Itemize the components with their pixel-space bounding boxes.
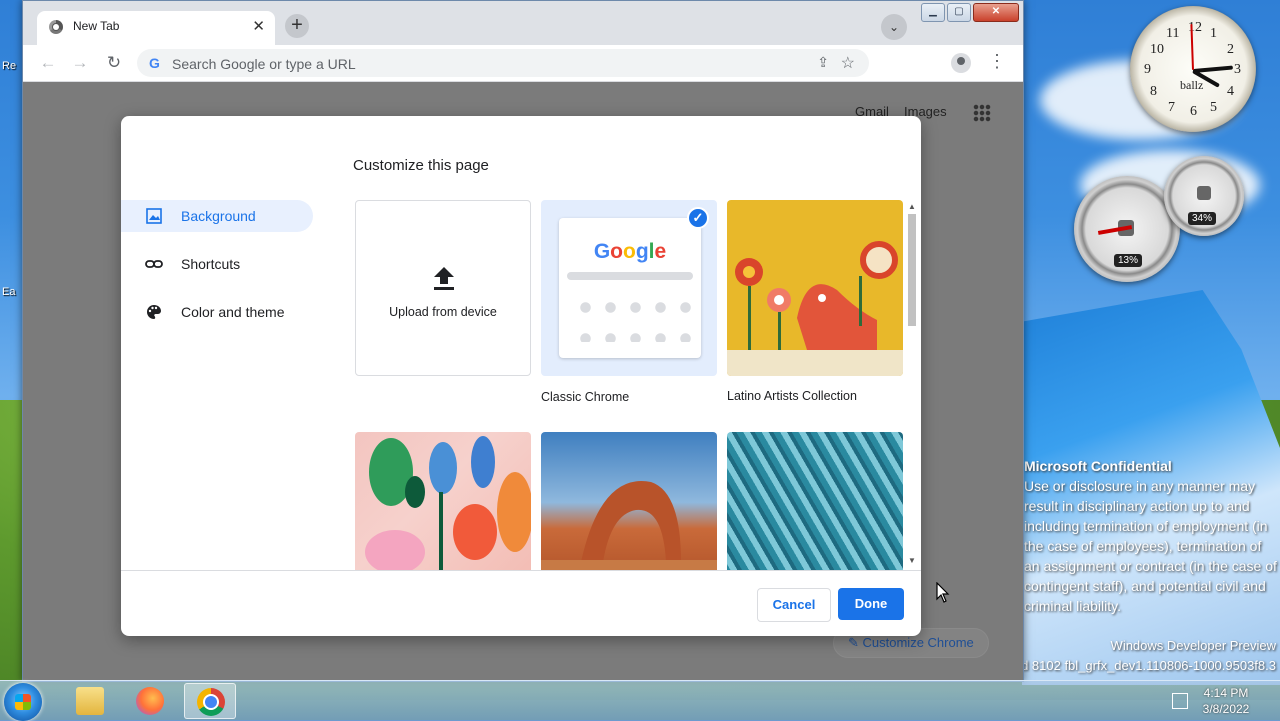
address-input[interactable]: [170, 53, 774, 75]
tab-strip: New Tab ✕ + ⌄ ▁ ▢ ✕: [23, 1, 1023, 45]
flowers-art-tile[interactable]: [355, 432, 531, 570]
new-tab-button[interactable]: +: [285, 14, 309, 38]
customize-dialog: Customize this page Background Shortcuts…: [121, 116, 921, 636]
classic-preview-card: Google: [559, 218, 701, 358]
taskbar-explorer[interactable]: [64, 683, 116, 719]
menu-item-label: Color and theme: [181, 304, 285, 320]
chrome-icon: [197, 688, 225, 716]
arch-landscape-tile[interactable]: [541, 432, 717, 570]
confidential-text: Use or disclosure in any manner may resu…: [1024, 478, 1277, 614]
back-arrow-icon[interactable]: ←: [37, 52, 59, 74]
glass-architecture-tile[interactable]: [727, 432, 903, 570]
confidential-title: Microsoft Confidential: [1024, 458, 1172, 474]
minimize-button[interactable]: ▁: [921, 3, 945, 22]
done-button[interactable]: Done: [838, 588, 904, 620]
tile-label: Classic Chrome: [541, 390, 630, 404]
shortcut-dots-preview: [573, 292, 693, 342]
upload-label: Upload from device: [389, 305, 497, 319]
start-button[interactable]: [4, 683, 42, 721]
apps-grid-icon[interactable]: [973, 104, 991, 122]
omnibox[interactable]: G ⇪ ☆: [137, 49, 869, 77]
tab-close-icon[interactable]: ✕: [252, 17, 265, 35]
tab-title: New Tab: [73, 19, 120, 33]
taskbar: 4:14 PM 3/8/2022: [0, 680, 1280, 721]
google-g-icon: G: [149, 55, 160, 71]
dialog-divider: [121, 570, 921, 571]
tab-new-tab[interactable]: New Tab ✕: [37, 11, 275, 45]
firefox-icon: [136, 687, 164, 715]
menu-item-background[interactable]: Background: [121, 200, 313, 232]
google-logo: Google: [593, 240, 667, 263]
cancel-button[interactable]: Cancel: [757, 588, 831, 622]
memory-meter-gadget[interactable]: 34%: [1164, 156, 1244, 236]
upload-tile[interactable]: Upload from device: [355, 200, 531, 376]
profile-avatar[interactable]: [951, 53, 971, 73]
tab-search-button[interactable]: ⌄: [881, 14, 907, 40]
dialog-title: Customize this page: [353, 157, 489, 174]
forward-arrow-icon[interactable]: →: [69, 52, 91, 74]
system-clock[interactable]: 4:14 PM 3/8/2022: [1196, 685, 1256, 717]
mouse-cursor-icon: [936, 582, 950, 603]
desktop-icon-label[interactable]: Re: [2, 60, 16, 72]
tile-label: Latino Artists Collection: [727, 389, 857, 403]
background-tile-grid: Upload from device Google ✓ Classic Chro…: [355, 200, 905, 570]
memory-percent: 34%: [1188, 212, 1217, 225]
arch-landscape-image: [541, 481, 717, 570]
palette-icon: [147, 305, 161, 319]
selected-check-icon: ✓: [687, 207, 709, 229]
bookmark-star-icon[interactable]: ☆: [841, 53, 855, 73]
latino-artists-tile[interactable]: [727, 200, 903, 376]
customize-chrome-label: Customize Chrome: [862, 635, 974, 650]
clock-time: 4:14 PM: [1203, 686, 1249, 700]
latino-art-image: [727, 241, 903, 376]
scroll-down-icon[interactable]: ▼: [907, 556, 917, 565]
action-center-flag-icon[interactable]: [1172, 693, 1188, 709]
upload-icon: [434, 267, 454, 290]
reload-icon[interactable]: ↻: [103, 52, 125, 74]
windows-logo-icon: [15, 694, 31, 710]
scrollbar-thumb[interactable]: [908, 214, 916, 326]
close-window-button[interactable]: ✕: [973, 3, 1019, 22]
tile-scrollbar[interactable]: ▲ ▼: [907, 202, 917, 568]
link-icon: [145, 260, 163, 268]
window-controls: ▁ ▢ ✕: [921, 3, 1019, 22]
flowers-art-image: [365, 436, 531, 570]
folder-icon: [76, 687, 104, 715]
menu-item-label: Background: [181, 208, 256, 224]
taskbar-chrome[interactable]: [184, 683, 236, 719]
clock-gadget[interactable]: 12 3 6 9 1 2 4 5 7 8 10 11 ballz: [1130, 6, 1256, 132]
menu-kebab-icon[interactable]: ⋮: [988, 51, 1006, 72]
menu-item-color-theme[interactable]: Color and theme: [121, 296, 313, 328]
chrome-favicon-icon: [49, 20, 63, 34]
menu-item-shortcuts[interactable]: Shortcuts: [121, 248, 313, 280]
maximize-button[interactable]: ▢: [947, 3, 971, 22]
share-icon[interactable]: ⇪: [817, 54, 829, 71]
confidential-notice: Microsoft Confidential Use or disclosure…: [1024, 456, 1280, 616]
scroll-up-icon[interactable]: ▲: [907, 202, 917, 211]
menu-item-label: Shortcuts: [181, 256, 241, 272]
cpu-percent: 13%: [1114, 254, 1143, 267]
desktop-icon-label[interactable]: Ea: [2, 286, 15, 298]
search-bar-preview: [567, 272, 693, 280]
taskbar-firefox[interactable]: [124, 683, 176, 719]
browser-toolbar: ← → ↻ G ⇪ ☆ ⋮: [23, 45, 1023, 82]
clock-brand: ballz: [1180, 78, 1204, 92]
classic-chrome-tile[interactable]: Google ✓: [541, 200, 717, 376]
clock-date: 3/8/2022: [1202, 702, 1250, 716]
image-icon: [146, 208, 162, 224]
